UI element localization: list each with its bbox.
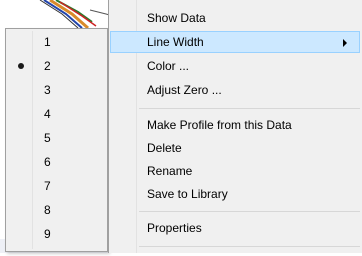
menu-item-rename[interactable]: Rename <box>110 160 360 182</box>
menu-item-label: Properties <box>147 221 202 235</box>
line-width-option-2[interactable]: 2 <box>8 55 105 77</box>
line-width-option-4[interactable]: 4 <box>8 103 105 125</box>
line-width-option-label: 8 <box>44 203 51 217</box>
menu-item-show-data[interactable]: Show Data <box>110 7 360 29</box>
menu-item-label: Make Profile from this Data <box>147 118 292 132</box>
menu-separator <box>139 246 360 247</box>
submenu-arrow-icon <box>343 39 347 47</box>
menu-item-label: Show Data <box>147 11 206 25</box>
menu-item-label: Delete <box>147 141 182 155</box>
menu-item-delete[interactable]: Delete <box>110 137 360 159</box>
line-width-option-3[interactable]: 3 <box>8 79 105 101</box>
line-width-option-7[interactable]: 7 <box>8 175 105 197</box>
menu-item-label: Rename <box>147 164 193 178</box>
line-width-option-9[interactable]: 9 <box>8 223 105 245</box>
line-width-option-label: 7 <box>44 179 51 193</box>
menu-separator <box>139 108 360 109</box>
menu-item-adjust-zero[interactable]: Adjust Zero ... <box>110 79 360 101</box>
line-width-option-label: 4 <box>44 107 51 121</box>
line-width-submenu: 1 2 3 4 5 6 7 8 9 <box>5 28 108 252</box>
context-menu: Show Data Line Width Color ... Adjust Ze… <box>108 0 362 253</box>
line-width-option-8[interactable]: 8 <box>8 199 105 221</box>
menu-item-make-profile[interactable]: Make Profile from this Data <box>110 114 360 136</box>
line-width-option-label: 5 <box>44 131 51 145</box>
line-width-option-1[interactable]: 1 <box>8 31 105 53</box>
menu-item-properties[interactable]: Properties <box>110 217 360 239</box>
menu-item-line-width[interactable]: Line Width <box>110 31 360 53</box>
line-width-option-label: 9 <box>44 227 51 241</box>
menu-item-label: Line Width <box>147 35 204 49</box>
menu-item-label: Adjust Zero ... <box>147 83 222 97</box>
line-width-option-label: 2 <box>44 59 51 73</box>
selected-bullet-icon <box>18 63 24 69</box>
menu-item-color[interactable]: Color ... <box>110 55 360 77</box>
menu-item-label: Color ... <box>147 59 190 73</box>
line-width-option-label: 1 <box>44 35 51 49</box>
menu-item-label: Save to Library <box>147 187 228 201</box>
line-width-option-6[interactable]: 6 <box>8 151 105 173</box>
line-width-option-label: 3 <box>44 83 51 97</box>
menu-item-save-to-library[interactable]: Save to Library <box>110 183 360 205</box>
menu-separator <box>139 211 360 212</box>
line-width-option-label: 6 <box>44 155 51 169</box>
line-width-option-5[interactable]: 5 <box>8 127 105 149</box>
